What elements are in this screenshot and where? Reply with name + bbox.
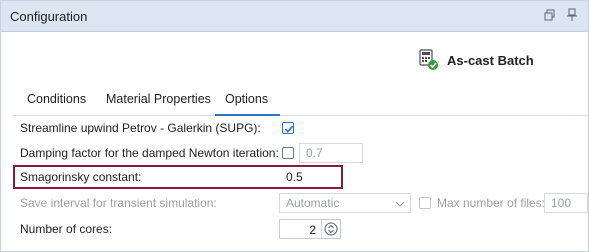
cores-row: Number of cores: <box>20 219 112 239</box>
panel-title: Configuration <box>10 9 88 24</box>
supg-row: Streamline upwind Petrov - Galerkin (SUP… <box>20 118 261 138</box>
cores-value: 2 <box>309 223 316 237</box>
save-interval-select[interactable]: Automatic <box>279 193 411 213</box>
cores-stepper[interactable]: 2 <box>279 219 341 239</box>
cores-label: Number of cores: <box>20 222 113 236</box>
save-interval-row: Save interval for transient simulation: <box>20 193 217 213</box>
checkmark-icon <box>284 125 294 133</box>
damping-factor-input[interactable]: 0.7 <box>299 143 363 163</box>
pin-icon[interactable] <box>565 8 579 22</box>
supg-checkbox[interactable] <box>282 122 294 134</box>
damping-row: Damping factor for the damped Newton ite… <box>20 143 279 163</box>
entity-name: As-cast Batch <box>447 52 534 68</box>
calculator-batch-icon <box>419 49 439 71</box>
panel-titlebar: Configuration <box>1 1 588 32</box>
max-files-input[interactable]: 100 <box>544 193 588 213</box>
tab-conditions[interactable]: Conditions <box>27 92 86 114</box>
tab-bar: Conditions Material Properties Options <box>13 87 588 116</box>
smagorinsky-label: Smagorinsky constant: <box>20 170 142 184</box>
entity-header: As-cast Batch <box>419 49 534 71</box>
tab-material-properties[interactable]: Material Properties <box>106 92 211 114</box>
max-files-label: Max number of files: <box>437 196 546 210</box>
damping-label: Damping factor for the damped Newton ite… <box>20 146 279 160</box>
tab-options[interactable]: Options <box>215 92 281 116</box>
tab-options-label: Options <box>225 92 269 106</box>
smagorinsky-input[interactable]: 0.5 <box>279 167 339 187</box>
chevron-down-icon <box>395 198 405 212</box>
configuration-panel: Configuration As-cast Batch Conditions M… <box>0 0 589 252</box>
spin-updown-icon[interactable] <box>321 220 340 238</box>
smagorinsky-row: Smagorinsky constant: <box>20 167 141 187</box>
save-interval-value: Automatic <box>286 196 340 210</box>
restore-icon[interactable] <box>543 8 557 22</box>
supg-label: Streamline upwind Petrov - Galerkin (SUP… <box>20 121 261 135</box>
save-interval-label: Save interval for transient simulation: <box>20 196 217 210</box>
damping-checkbox[interactable] <box>282 147 294 159</box>
max-files-checkbox[interactable] <box>419 197 431 209</box>
active-tab-indicator <box>215 114 281 116</box>
